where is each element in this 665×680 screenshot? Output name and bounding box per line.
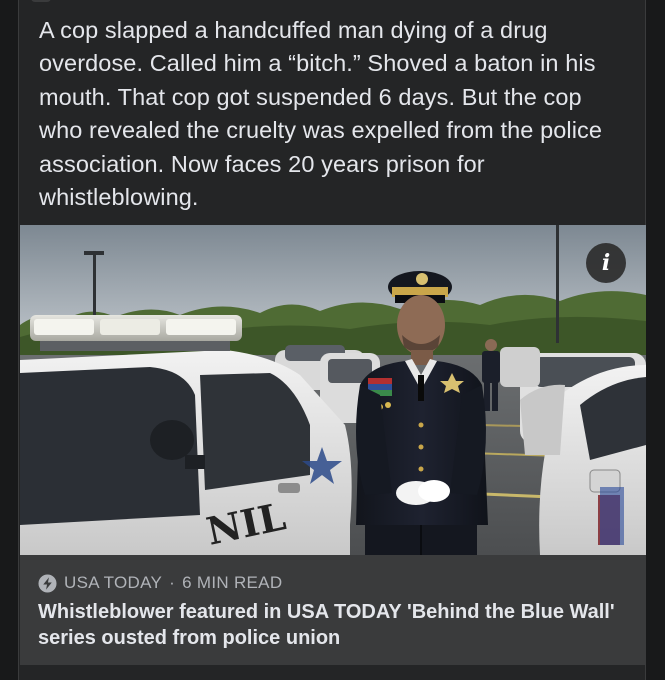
card-footer xyxy=(19,665,645,680)
post-text: A cop slapped a handcuffed man dying of … xyxy=(39,17,603,211)
read-time: 6 MIN READ xyxy=(182,573,283,592)
police-officer-photo: NIL xyxy=(20,225,646,555)
lightning-bolt-icon xyxy=(38,573,57,593)
source-row: USA TODAY · 6 MIN READ xyxy=(38,572,282,594)
post-card: A cop slapped a handcuffed man dying of … xyxy=(18,0,646,680)
info-button[interactable]: i xyxy=(586,243,626,283)
link-image[interactable]: NIL i xyxy=(20,225,646,555)
link-preview[interactable]: USA TODAY · 6 MIN READ Whistleblower fea… xyxy=(20,555,646,665)
feed-page: A cop slapped a handcuffed man dying of … xyxy=(0,0,665,680)
separator-dot: · xyxy=(169,573,176,592)
reaction-remnant xyxy=(31,0,51,2)
link-title[interactable]: Whistleblower featured in USA TODAY 'Beh… xyxy=(38,600,628,651)
source-name: USA TODAY xyxy=(64,573,163,592)
